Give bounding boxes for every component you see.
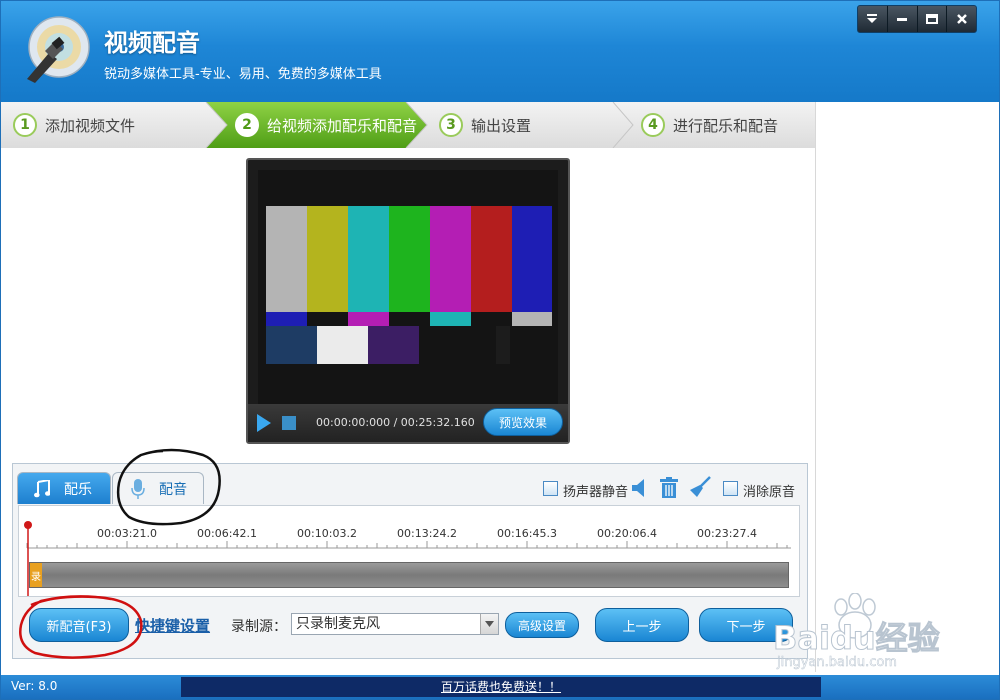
- maximize-button[interactable]: [918, 6, 948, 32]
- step-1-label: 添加视频文件: [45, 116, 136, 135]
- select-arrow[interactable]: [480, 614, 498, 634]
- new-dub-button[interactable]: 新配音(F3): [29, 608, 129, 642]
- advanced-settings-button[interactable]: 高级设置: [505, 612, 579, 638]
- remove-original-checkbox[interactable]: [723, 481, 738, 496]
- video-player: 00:00:00:000 / 00:25:32.160 预览效果: [246, 158, 570, 444]
- maximize-icon: [925, 14, 938, 24]
- title-bar: 视频配音 锐动多媒体工具-专业、易用、免费的多媒体工具: [1, 1, 999, 102]
- tab-music[interactable]: 配乐: [17, 472, 111, 504]
- audio-track[interactable]: 录: [29, 562, 789, 588]
- close-button[interactable]: [947, 6, 976, 32]
- music-note-icon: [34, 479, 50, 497]
- step-3-number: 3: [439, 113, 463, 137]
- step-2[interactable]: 2 给视频添加配乐和配音: [235, 102, 417, 148]
- remove-original-label: 消除原音: [743, 485, 796, 500]
- tab-dubbing-label: 配音: [159, 481, 187, 498]
- video-screen[interactable]: [258, 170, 558, 406]
- app-title: 视频配音: [104, 29, 200, 57]
- step-1-number: 1: [13, 113, 37, 137]
- app-subtitle: 锐动多媒体工具-专业、易用、免费的多媒体工具: [104, 67, 382, 82]
- speaker-mute-checkbox[interactable]: [543, 481, 558, 496]
- menu-dropdown-button[interactable]: [858, 6, 888, 32]
- speaker-mute-label: 扬声器静音: [563, 485, 629, 500]
- chevron-down-icon: [485, 621, 494, 627]
- version-label: Ver: 8.0: [11, 679, 58, 693]
- status-bar: Ver: 8.0 百万话费也免费送！！: [1, 675, 999, 699]
- trash-icon[interactable]: [660, 477, 678, 498]
- step-2-label: 给视频添加配乐和配音: [267, 116, 418, 135]
- next-step-button[interactable]: 下一步: [699, 608, 793, 642]
- step-2-number: 2: [235, 113, 259, 137]
- tab-music-label: 配乐: [64, 481, 92, 498]
- step-3-label: 输出设置: [471, 116, 532, 135]
- play-icon[interactable]: [256, 414, 272, 432]
- minimize-icon: [897, 18, 908, 21]
- speaker-icon[interactable]: [631, 478, 649, 498]
- window-controls: [857, 5, 977, 33]
- step-4-label: 进行配乐和配音: [673, 116, 779, 135]
- player-controls: 00:00:00:000 / 00:25:32.160 预览效果: [248, 404, 568, 442]
- step-3[interactable]: 3 输出设置: [439, 102, 531, 148]
- record-source-label: 录制源：: [231, 619, 287, 635]
- step-1[interactable]: 1 添加视频文件: [13, 102, 135, 148]
- stop-icon[interactable]: [282, 416, 296, 430]
- wizard-steps: 1 添加视频文件 2 给视频添加配乐和配音 3 输出设置 4 进行配乐和配音: [1, 102, 815, 148]
- playhead-marker[interactable]: [23, 520, 33, 596]
- preview-button[interactable]: 预览效果: [483, 408, 563, 436]
- shortcut-settings-link[interactable]: 快捷键设置: [135, 615, 210, 636]
- camera-disc-logo-icon: [27, 16, 90, 83]
- minimize-button[interactable]: [888, 6, 918, 32]
- right-side-panel: [815, 102, 999, 672]
- playback-time: 00:00:00:000 / 00:25:32.160: [316, 416, 475, 429]
- menu-down-icon: [867, 14, 878, 23]
- timeline-ruler: [26, 541, 791, 549]
- broom-icon[interactable]: [689, 476, 711, 498]
- color-bars-frame: [258, 170, 558, 406]
- prev-step-button[interactable]: 上一步: [595, 608, 689, 642]
- app-window: 视频配音 锐动多媒体工具-专业、易用、免费的多媒体工具 1 添加视频文件 2 给…: [0, 0, 1000, 700]
- record-source-select[interactable]: 只录制麦克风: [291, 613, 499, 635]
- step-4[interactable]: 4 进行配乐和配音: [641, 102, 778, 148]
- microphone-icon: [131, 478, 145, 499]
- record-source-value: 只录制麦克风: [296, 616, 380, 632]
- timeline[interactable]: 00:03:21.0 00:06:42.1 00:10:03.2 00:13:2…: [18, 505, 800, 597]
- step-4-number: 4: [641, 113, 665, 137]
- close-icon: [956, 14, 967, 24]
- tab-dubbing[interactable]: 配音: [112, 472, 204, 504]
- promo-banner-link[interactable]: 百万话费也免费送！！: [181, 677, 821, 697]
